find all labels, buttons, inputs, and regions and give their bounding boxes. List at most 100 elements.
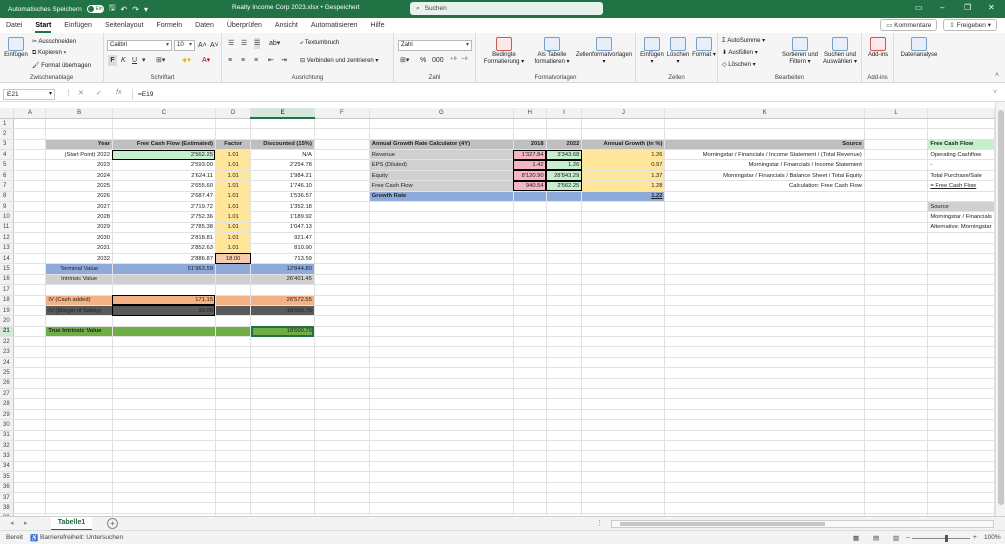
cell-e2[interactable]: [250, 128, 315, 140]
cell-b8[interactable]: 2026: [45, 191, 113, 203]
more-options-icon[interactable]: ⋮: [65, 89, 72, 97]
cell-a29[interactable]: [13, 409, 47, 421]
cell-h35[interactable]: [513, 471, 547, 483]
cell-j26[interactable]: [581, 378, 666, 390]
col-header-m[interactable]: [927, 108, 995, 119]
cell-a28[interactable]: [13, 398, 47, 410]
cell-a3[interactable]: [13, 139, 47, 151]
cell-c34[interactable]: [112, 461, 216, 473]
cell-j22[interactable]: [581, 336, 666, 348]
cell-a13[interactable]: [13, 243, 47, 254]
cell-j1[interactable]: [581, 118, 666, 130]
cell-h15[interactable]: [513, 263, 547, 275]
cell-j10[interactable]: [581, 211, 666, 223]
cell-l16[interactable]: [864, 274, 929, 286]
cell-h25[interactable]: [513, 367, 547, 379]
cell-c27[interactable]: [112, 388, 216, 400]
search-box[interactable]: ⌕ Suchen: [410, 2, 603, 15]
cell-b12[interactable]: 2030: [45, 232, 113, 244]
cell-b26[interactable]: [45, 378, 113, 390]
paste-button[interactable]: Einfügen: [2, 37, 30, 59]
cell-m29[interactable]: [927, 409, 995, 421]
cell-e21[interactable]: 18'600.79: [250, 326, 315, 338]
cell-m18[interactable]: [927, 295, 995, 306]
cell-k11[interactable]: [664, 222, 865, 234]
cell-c6[interactable]: 2'624.11: [112, 170, 216, 182]
cell-e19[interactable]: 18'600.79: [250, 305, 315, 317]
format-cells-button[interactable]: Format ▾: [691, 37, 717, 59]
cell-b2[interactable]: [45, 128, 113, 140]
cell-g19[interactable]: [369, 305, 514, 317]
row-header-31[interactable]: 31: [0, 430, 15, 442]
cell-k5[interactable]: Morningstar / Financials / Income Statem…: [664, 159, 865, 171]
cell-e8[interactable]: 1'536.57: [250, 191, 315, 203]
cell-h13[interactable]: [513, 243, 547, 254]
cell-l33[interactable]: [864, 450, 929, 462]
cell-c4[interactable]: 2'562.25: [112, 149, 216, 161]
cell-d12[interactable]: 1.01: [215, 232, 252, 244]
cell-l3[interactable]: [864, 139, 929, 151]
cell-h19[interactable]: [513, 305, 547, 317]
cell-h31[interactable]: [513, 430, 547, 442]
cell-m31[interactable]: [927, 430, 995, 442]
cell-c23[interactable]: [112, 346, 216, 358]
cell-i6[interactable]: 28'843.29: [546, 170, 583, 182]
prev-sheet-icon[interactable]: ◂: [10, 519, 14, 527]
cell-m16[interactable]: [927, 274, 995, 286]
cell-l19[interactable]: [864, 305, 929, 317]
cell-g4[interactable]: Revenue: [369, 149, 514, 161]
tab-seitenlayout[interactable]: Seitenlayout: [105, 18, 144, 33]
cell-i35[interactable]: [546, 471, 583, 483]
cell-h28[interactable]: [513, 398, 547, 410]
cell-f29[interactable]: [314, 409, 370, 421]
cell-g33[interactable]: [369, 450, 514, 462]
cell-b16[interactable]: Intrinsic Value: [45, 274, 113, 286]
cell-f31[interactable]: [314, 430, 370, 442]
cell-i13[interactable]: [546, 243, 583, 254]
cell-j32[interactable]: [581, 440, 666, 452]
tab-ansicht[interactable]: Ansicht: [275, 18, 298, 33]
save-icon[interactable]: 🖫: [109, 2, 116, 16]
cell-j38[interactable]: [581, 502, 666, 514]
cell-l29[interactable]: [864, 409, 929, 421]
row-header-16[interactable]: 16: [0, 274, 15, 286]
row-header-15[interactable]: 15: [0, 263, 15, 275]
cell-j19[interactable]: [581, 305, 666, 317]
cell-a24[interactable]: [13, 357, 47, 369]
row-header-17[interactable]: 17: [0, 284, 15, 296]
row-header-33[interactable]: 33: [0, 450, 15, 462]
cell-b38[interactable]: [45, 502, 113, 514]
cell-d17[interactable]: [215, 284, 252, 296]
cell-b18[interactable]: IV (Cash added): [45, 295, 113, 306]
cell-j9[interactable]: [581, 201, 666, 213]
tab-daten[interactable]: Daten: [195, 18, 214, 33]
cell-a17[interactable]: [13, 284, 47, 296]
cell-l27[interactable]: [864, 388, 929, 400]
cell-e33[interactable]: [250, 450, 315, 462]
cell-d29[interactable]: [215, 409, 252, 421]
cell-e15[interactable]: 12'844.80: [250, 263, 315, 275]
cell-f4[interactable]: [314, 149, 370, 161]
cell-k31[interactable]: [664, 430, 865, 442]
cell-c18[interactable]: 171.15: [112, 295, 216, 306]
cell-b7[interactable]: 2025: [45, 180, 113, 192]
cell-h6[interactable]: 8'120.90: [513, 170, 547, 182]
cell-l21[interactable]: [864, 326, 929, 338]
cell-b5[interactable]: 2023: [45, 159, 113, 171]
cell-c37[interactable]: [112, 492, 216, 504]
cell-m22[interactable]: [927, 336, 995, 348]
cell-a23[interactable]: [13, 346, 47, 358]
cell-g3[interactable]: Annual Growth Rate Calculator (4Y): [369, 139, 514, 151]
cell-d32[interactable]: [215, 440, 252, 452]
vertical-scrollbar[interactable]: [995, 102, 1005, 516]
cell-k29[interactable]: [664, 409, 865, 421]
currency-icon[interactable]: ⊞▾: [400, 55, 409, 66]
cell-m12[interactable]: [927, 232, 995, 244]
cell-e5[interactable]: 2'254.78: [250, 159, 315, 171]
cell-h9[interactable]: [513, 201, 547, 213]
cell-d36[interactable]: [215, 482, 252, 493]
cell-k23[interactable]: [664, 346, 865, 358]
cell-m34[interactable]: [927, 461, 995, 473]
format-painter-button[interactable]: 🖌 Format übertragen: [32, 62, 91, 69]
addins-button[interactable]: Add-ins: [864, 37, 892, 59]
